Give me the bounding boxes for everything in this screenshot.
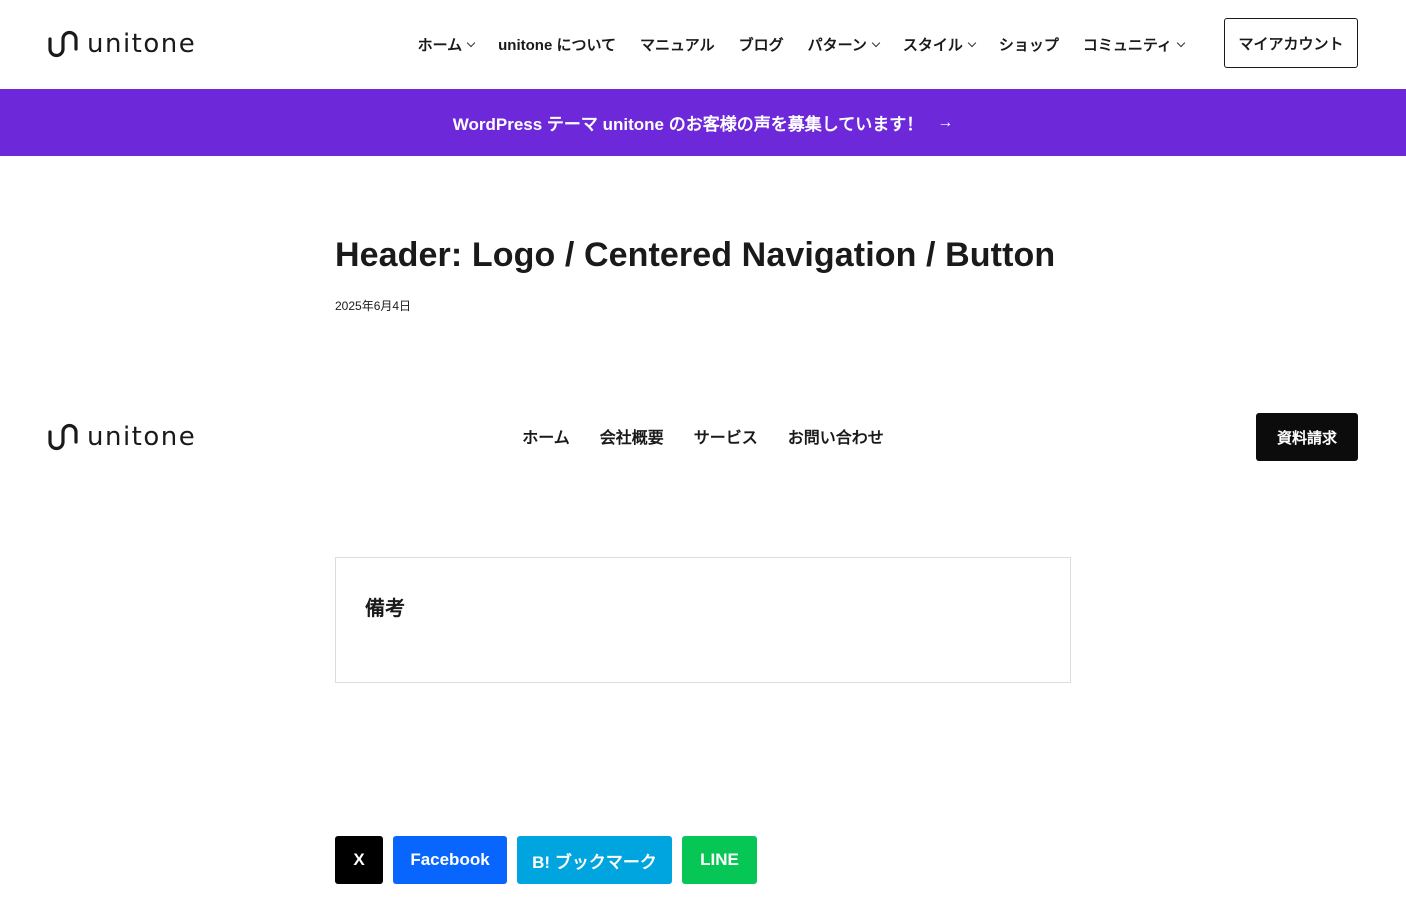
preview-nav-item-contact[interactable]: お問い合わせ (773, 424, 899, 448)
nav-item-label: ホーム (417, 37, 463, 54)
nav-item-shop[interactable]: ショップ (987, 34, 1071, 55)
chevron-down-icon (466, 38, 476, 48)
nav-item-label: unitone について (498, 37, 617, 54)
preview-nav-item-home[interactable]: ホーム (507, 424, 585, 448)
nav-item-community[interactable]: コミュニティ (1071, 34, 1196, 55)
unitone-logo-icon (48, 30, 78, 58)
share-x-button[interactable]: X (335, 836, 383, 884)
announcement-bar[interactable]: WordPress テーマ unitone のお客様の声を募集しています！ → (0, 89, 1406, 156)
nav-item-styles[interactable]: スタイル (891, 34, 987, 55)
site-header: unitone ホーム unitone について マニュアル ブログ パターン … (0, 0, 1406, 89)
notes-box: 備考 (335, 557, 1071, 683)
my-account-button[interactable]: マイアカウント (1224, 18, 1358, 68)
preview-nav-item-services[interactable]: サービス (679, 424, 773, 448)
preview-nav-item-company[interactable]: 会社概要 (585, 424, 679, 448)
nav-item-home[interactable]: ホーム (406, 34, 487, 55)
announcement-text: WordPress テーマ unitone のお客様の声を募集しています！ (452, 115, 924, 134)
share-facebook-button[interactable]: Facebook (393, 836, 507, 884)
share-line-button[interactable]: LINE (682, 836, 757, 884)
site-logo[interactable]: unitone (47, 30, 196, 58)
preview-centered-nav: ホーム 会社概要 サービス お問い合わせ (0, 400, 1406, 472)
chevron-down-icon (1176, 38, 1186, 48)
nav-item-blog[interactable]: ブログ (727, 34, 796, 55)
nav-item-label: ブログ (738, 37, 784, 54)
site-logo-text: unitone (87, 29, 197, 59)
chevron-down-icon (871, 38, 881, 48)
nav-item-label: コミュニティ (1082, 37, 1172, 54)
nav-item-label: スタイル (902, 37, 963, 54)
notes-title: 備考 (365, 598, 405, 620)
nav-item-label: ショップ (998, 37, 1059, 54)
arrow-right-icon: → (937, 113, 954, 131)
pattern-preview-header: unitone ホーム 会社概要 サービス お問い合わせ 資料請求 (0, 400, 1406, 472)
post-date: 2025年6月4日 (335, 299, 412, 313)
global-nav: ホーム unitone について マニュアル ブログ パターン スタイル ショッ… (406, 0, 1196, 89)
nav-item-patterns[interactable]: パターン (796, 34, 891, 55)
nav-item-label: マニュアル (640, 37, 715, 54)
share-hatena-bookmark-button[interactable]: B! ブックマーク (517, 836, 672, 884)
nav-item-label: パターン (807, 37, 867, 54)
chevron-down-icon (967, 38, 977, 48)
page-title: Header: Logo / Centered Navigation / But… (335, 236, 1056, 274)
nav-item-about[interactable]: unitone について (486, 34, 628, 55)
request-materials-button[interactable]: 資料請求 (1256, 413, 1358, 461)
share-buttons: X Facebook B! ブックマーク LINE (335, 836, 757, 884)
nav-item-manual[interactable]: マニュアル (628, 34, 727, 55)
